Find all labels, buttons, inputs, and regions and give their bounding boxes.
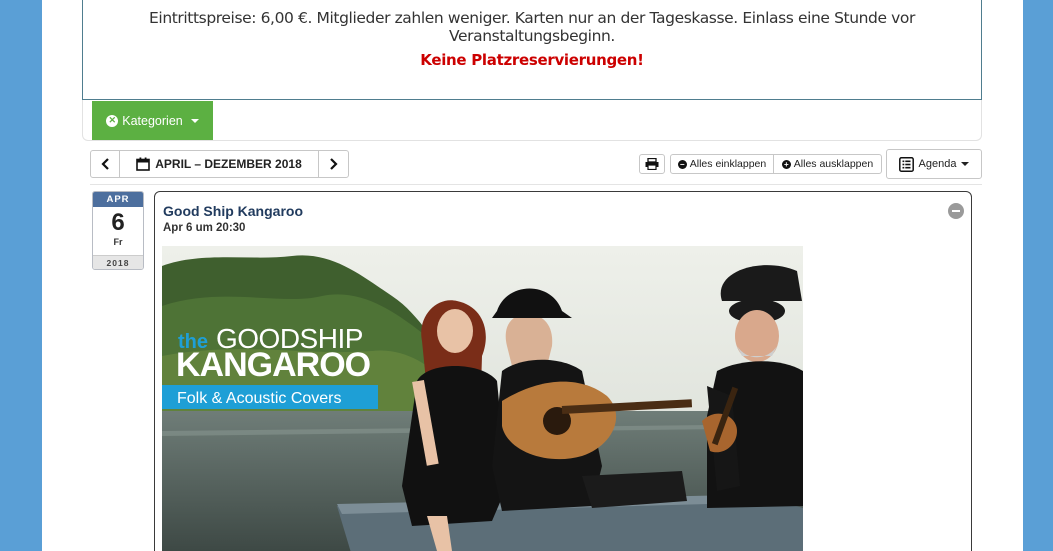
collapse-all-button[interactable]: − Alles einklappen [670,154,774,174]
event-time: Apr 6 um 20:30 [163,222,246,234]
event-poster-image: the GOODSHIP KANGAROO Folk & Acoustic Co… [162,246,803,551]
filter-bar: ✕ Kategorien [82,100,982,141]
times-circle-icon: ✕ [106,114,119,127]
date-range-button[interactable]: APRIL – DEZEMBER 2018 [119,150,319,178]
no-reservation-warning: Keine Platzreservierungen! [420,51,644,69]
minus-circle-icon: − [677,159,687,169]
date-weekday: Fr [113,237,123,247]
event-card: Good Ship Kangaroo Apr 6 um 20:30 the GO… [154,191,972,551]
event-date-badge: APR 6 Fr 2018 [92,191,144,270]
caret-down-icon [190,118,199,123]
poster-logo-kangaroo: KANGAROO [176,346,371,384]
caret-down-icon [961,162,970,166]
agenda-list-icon [898,156,914,172]
collapse-event-icon[interactable] [948,203,964,219]
collapse-all-label: Alles einklappen [689,158,767,170]
date-day: 6 [111,209,125,236]
print-button[interactable] [639,154,665,174]
poster-banner-text: Folk & Acoustic Covers [177,390,342,407]
expand-all-button[interactable]: + Alles ausklappen [773,154,882,174]
print-icon [645,158,659,170]
calendar-toolbar: APRIL – DEZEMBER 2018 − Alles einklappen… [82,149,982,181]
event-title[interactable]: Good Ship Kangaroo [163,203,303,219]
date-range-label: APRIL – DEZEMBER 2018 [155,157,302,171]
chevron-right-icon [330,158,338,170]
chevron-left-icon [100,158,109,170]
expand-all-label: Alles ausklappen [793,158,874,170]
date-month: APR [93,192,143,207]
page-content: Eintrittspreise: 6,00 €. Mitglieder zahl… [42,0,1023,551]
categories-label: Kategorien [122,113,183,128]
admission-notice: Eintrittspreise: 6,00 €. Mitglieder zahl… [82,0,982,100]
date-year: 2018 [93,255,143,269]
divider [90,184,982,185]
calendar-icon [136,157,151,171]
poster-artwork: the GOODSHIP KANGAROO Folk & Acoustic Co… [162,246,803,551]
view-label: Agenda [918,158,957,170]
previous-button[interactable] [90,150,120,178]
view-switch-dropdown[interactable]: Agenda [886,149,982,179]
categories-dropdown-button[interactable]: ✕ Kategorien [92,101,213,140]
admission-prices-text: Eintrittspreise: 6,00 €. Mitglieder zahl… [149,9,915,45]
next-button[interactable] [318,150,349,178]
plus-circle-icon: + [781,159,791,169]
